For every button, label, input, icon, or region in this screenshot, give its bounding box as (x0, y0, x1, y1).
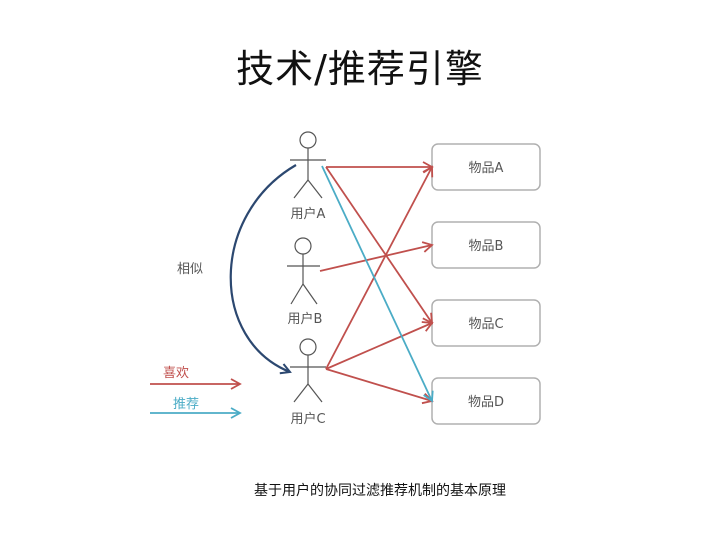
collaborative-filtering-diagram: 物品A 物品B 物品C 物品D 用户A 用户B 用户C 相似 喜欢 推荐 (150, 131, 541, 427)
item-label-d: 物品D (468, 395, 504, 410)
legend-like-label: 喜欢 (163, 366, 189, 381)
user-label-b: 用户B (288, 311, 323, 327)
item-label-a: 物品A (469, 161, 504, 176)
like-arrow-c-to-item-c (325, 321, 434, 370)
item-box-d: 物品D (431, 377, 541, 425)
user-label-c: 用户C (290, 411, 325, 427)
user-label-a: 用户A (291, 206, 326, 222)
item-box-c: 物品C (431, 299, 541, 347)
item-box-a: 物品A (431, 143, 541, 191)
like-arrow-b-to-item-b (319, 241, 434, 272)
like-arrow-c-to-item-a (325, 165, 434, 370)
recommend-arrow-a-to-item-d (321, 165, 434, 403)
legend-recommend-label: 推荐 (173, 397, 199, 412)
similarity-label: 相似 (177, 262, 203, 277)
similarity-curve (229, 164, 297, 372)
user-figure-b (287, 237, 320, 305)
like-arrow-a-to-item-c (325, 166, 434, 325)
item-box-b: 物品B (431, 221, 541, 269)
diagram-caption: 基于用户的协同过滤推荐机制的基本原理 (254, 483, 506, 499)
item-label-c: 物品C (468, 317, 503, 332)
user-figure-c (290, 338, 326, 403)
item-label-b: 物品B (469, 239, 504, 254)
like-arrow-c-to-item-d (325, 368, 434, 405)
